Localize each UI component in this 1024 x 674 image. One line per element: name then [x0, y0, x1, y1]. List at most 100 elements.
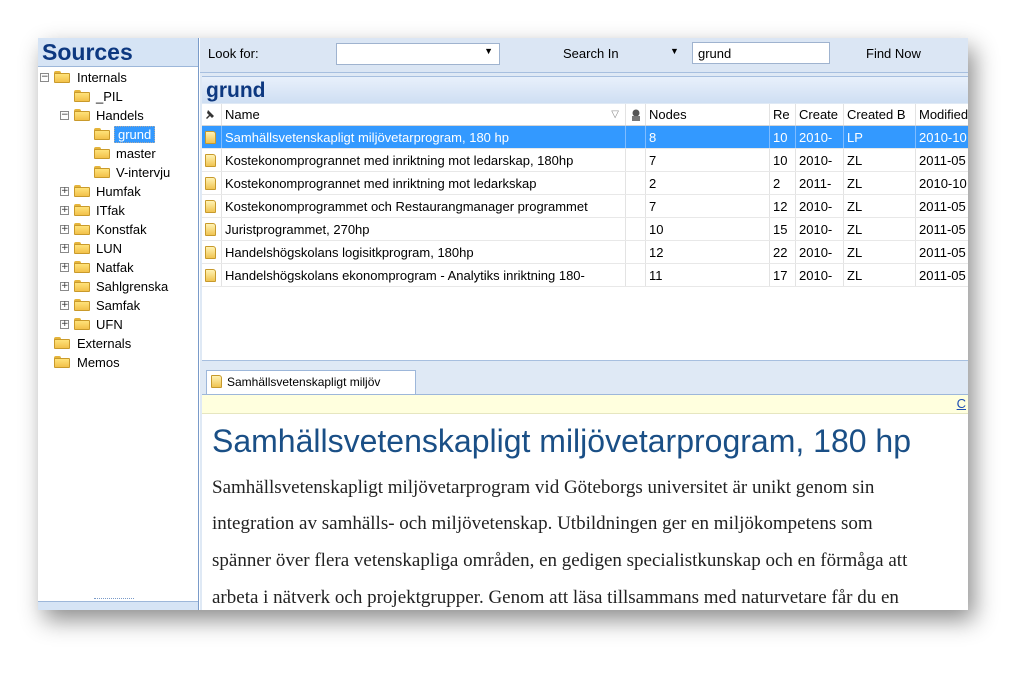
tree-item-label: Humfak: [96, 184, 141, 199]
row-references: 22: [770, 241, 796, 263]
dropdown-arrow-icon[interactable]: ▼: [484, 46, 493, 56]
row-created-by: ZL: [844, 218, 916, 240]
row-references: 10: [770, 149, 796, 171]
document-line: integration av samhälls- och miljövetens…: [212, 513, 873, 534]
tree-item-label: Internals: [77, 70, 127, 85]
row-nodes: 2: [646, 172, 770, 194]
document-line: Samhällsvetenskapligt miljövetarprogram …: [212, 477, 875, 498]
memos-folder-icon: [54, 356, 70, 368]
row-created-on: 2010-: [796, 218, 844, 240]
list-row[interactable]: Kostekonomprogrammet och Restaurangmanag…: [202, 195, 968, 218]
tree-item-label: Memos: [77, 355, 120, 370]
row-spacer: [626, 195, 646, 217]
row-nodes: 7: [646, 195, 770, 217]
row-nodes: 10: [646, 218, 770, 240]
look-for-label: Look for:: [208, 46, 259, 61]
folder-icon: [74, 90, 90, 102]
expand-icon[interactable]: +: [60, 320, 69, 329]
row-modified: 2010-10: [919, 130, 967, 145]
row-created-on: 2010-: [796, 264, 844, 286]
column-header-name[interactable]: Name ▽: [222, 104, 626, 125]
list-row[interactable]: Kostekonomprogrannet med inriktning mot …: [202, 172, 968, 195]
list-row[interactable]: Juristprogrammet, 270hp 10 15 2010- ZL 2…: [202, 218, 968, 241]
row-references: 2: [770, 172, 796, 194]
document-tab-label: Samhällsvetenskapligt miljöv: [227, 375, 381, 389]
row-name: Kostekonomprogrannet med inriktning mot …: [222, 149, 626, 171]
folder-icon: [74, 261, 90, 273]
row-created-on: 2010-: [796, 241, 844, 263]
folder-icon: [74, 242, 90, 254]
folder-icon: [94, 166, 110, 178]
document-line: spänner över flera vetenskapliga områden…: [212, 550, 908, 571]
tree-item-label: UFN: [96, 317, 123, 332]
tree-item-label: Handels: [96, 108, 144, 123]
list-row[interactable]: Samhällsvetenskapligt miljövetarprogram,…: [202, 126, 968, 149]
list-row[interactable]: Kostekonomprogrannet med inriktning mot …: [202, 149, 968, 172]
row-references: 12: [770, 195, 796, 217]
row-spacer: [626, 149, 646, 171]
find-toolbar: Look for: ▼ Search In ▼ Find Now: [200, 38, 968, 73]
column-header-label: Created B: [847, 107, 906, 122]
look-for-combobox[interactable]: ▼: [336, 43, 500, 65]
tree-item-label: Sahlgrenska: [96, 279, 169, 294]
search-in-button[interactable]: Search In: [563, 46, 619, 61]
expand-icon[interactable]: +: [60, 187, 69, 196]
row-references: 15: [770, 218, 796, 240]
tree-item-label: ITfak: [96, 203, 125, 218]
list-row[interactable]: Handelshögskolans ekonomprogram - Analyt…: [202, 264, 968, 287]
column-header-created-by[interactable]: Created B: [844, 104, 916, 125]
expand-icon[interactable]: +: [60, 263, 69, 272]
pin-icon[interactable]: [202, 104, 222, 125]
row-modified: 2010-10: [919, 176, 967, 191]
document-icon: [202, 126, 222, 148]
row-spacer: [626, 264, 646, 286]
application-window: Sources − Internals _PIL − Handels grund…: [38, 38, 968, 610]
row-name: Kostekonomprogrammet och Restaurangmanag…: [222, 195, 626, 217]
collapse-icon[interactable]: −: [40, 73, 49, 82]
expand-icon[interactable]: +: [60, 282, 69, 291]
tree-item-label: Konstfak: [96, 222, 147, 237]
expand-icon[interactable]: +: [60, 244, 69, 253]
column-header-references[interactable]: Re: [770, 104, 796, 125]
expand-icon[interactable]: +: [60, 225, 69, 234]
main-pane: Look for: ▼ Search In ▼ Find Now grund N…: [200, 38, 968, 610]
row-spacer: [626, 172, 646, 194]
column-header-label: Create: [799, 107, 839, 122]
document-viewer: C Samhällsvetenskapligt miljövetarprogra…: [202, 394, 968, 610]
folder-title: grund: [202, 76, 968, 103]
document-icon: [202, 195, 222, 217]
tree-item-label: Natfak: [96, 260, 134, 275]
list-row[interactable]: Handelshögskolans logisitkprogram, 180hp…: [202, 241, 968, 264]
folder-open-icon: [54, 71, 70, 83]
column-header-modified[interactable]: Modified: [916, 104, 968, 125]
expand-icon[interactable]: +: [60, 301, 69, 310]
tree-item-label: grund: [114, 126, 156, 143]
row-created-by: ZL: [844, 149, 916, 171]
column-header-label: Nodes: [649, 107, 687, 122]
row-created-by: ZL: [844, 264, 916, 286]
row-nodes: 11: [646, 264, 770, 286]
row-modified: 2011-05: [919, 222, 966, 237]
search-input[interactable]: [692, 42, 830, 64]
row-created-on: 2011-: [796, 172, 844, 194]
row-created-by: ZL: [844, 241, 916, 263]
document-icon: [202, 172, 222, 194]
document-tab[interactable]: Samhällsvetenskapligt miljöv: [206, 370, 416, 394]
expand-icon[interactable]: +: [60, 206, 69, 215]
column-header-label: Re: [773, 107, 790, 122]
document-link[interactable]: C: [957, 396, 966, 411]
column-header-label: Modified: [919, 107, 968, 122]
folder-icon: [74, 223, 90, 235]
tree-item-label: Samfak: [96, 298, 141, 313]
column-header-created-on[interactable]: Create: [796, 104, 844, 125]
folder-icon: [74, 280, 90, 292]
sources-list: Name ▽ Nodes Re Create Created B Modifie…: [202, 104, 968, 361]
dropdown-arrow-icon[interactable]: ▼: [670, 46, 679, 56]
nodes-column-icon: [626, 104, 646, 125]
collapse-icon[interactable]: −: [60, 111, 69, 120]
list-header: Name ▽ Nodes Re Create Created B Modifie…: [202, 104, 968, 126]
row-nodes: 12: [646, 241, 770, 263]
find-now-button[interactable]: Find Now: [866, 46, 921, 61]
folder-open-icon: [74, 109, 90, 121]
column-header-nodes[interactable]: Nodes: [646, 104, 770, 125]
